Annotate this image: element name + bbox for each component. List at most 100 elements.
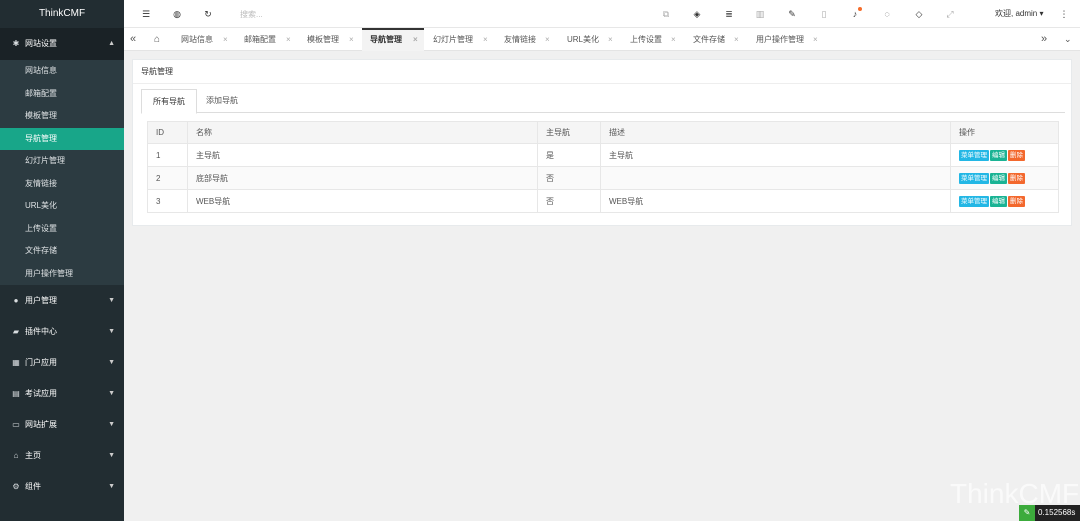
delete-button[interactable]: 删除 <box>1008 195 1025 207</box>
tab-url-rewrite[interactable]: URL美化 × <box>567 28 623 51</box>
cell-id: 2 <box>147 166 188 190</box>
close-icon[interactable]: × <box>413 30 418 50</box>
close-icon[interactable]: × <box>545 28 550 51</box>
close-icon[interactable]: × <box>671 28 676 51</box>
more-vertical-icon[interactable]: ⋮ <box>1058 8 1070 20</box>
cell-actions: 菜单管理 编辑 删除 <box>950 143 1059 167</box>
column-header-description[interactable]: 描述 <box>600 121 951 144</box>
pencil-icon[interactable]: ✎ <box>786 8 798 20</box>
home-tab-icon[interactable]: ⌂ <box>154 28 160 51</box>
sidebar-menu-portal[interactable]: ▦ 门户应用 ▼ <box>0 347 124 378</box>
tab-label: 友情链接 <box>504 35 536 44</box>
sidebar-menu-label: 组件 <box>25 482 41 491</box>
sidebar-menu-home[interactable]: ⌂ 主页 ▼ <box>0 440 124 471</box>
cell-actions: 菜单管理 编辑 删除 <box>950 166 1059 190</box>
sidebar-item-user-actions[interactable]: 用户操作管理 <box>0 263 124 286</box>
close-icon[interactable]: × <box>223 28 228 51</box>
sidebar-menu-label: 插件中心 <box>25 327 57 336</box>
sidebar-item-template[interactable]: 模板管理 <box>0 105 124 128</box>
fullscreen-icon[interactable]: ⤢ <box>944 8 956 20</box>
caret-down-icon: ▼ <box>108 421 115 428</box>
tab-label: 模板管理 <box>307 35 339 44</box>
edit-button[interactable]: 编辑 <box>990 149 1007 161</box>
document-icon[interactable]: ▯ <box>818 8 830 20</box>
gears-icon: ✱ <box>12 39 20 48</box>
top-navbar: ☰ ◍ ↻ ⧉ ◈ ≣ ▥ ✎ ▯ ♪ ◌ ◇ ⤢ 欢迎, admin ▾ ⋮ <box>124 0 1080 28</box>
menu-manage-button[interactable]: 菜单管理 <box>959 149 989 161</box>
caret-down-icon: ▼ <box>108 390 115 397</box>
layers-icon[interactable]: ◈ <box>691 8 703 20</box>
tab-label: URL美化 <box>567 35 600 44</box>
sidebar-item-mail-config[interactable]: 邮箱配置 <box>0 83 124 106</box>
trash-icon[interactable]: ▥ <box>754 8 766 20</box>
table-row: 2 底部导航 否 菜单管理 编辑 删除 <box>147 166 1059 190</box>
tab-slides[interactable]: 幻灯片管理 × <box>433 28 499 51</box>
sidebar-menu-label: 考试应用 <box>25 389 57 398</box>
close-icon[interactable]: × <box>483 28 488 51</box>
tabs-scroll-right-icon[interactable]: » <box>1041 28 1047 51</box>
bell-icon[interactable]: ♪ <box>849 7 862 20</box>
sidebar-item-slides[interactable]: 幻灯片管理 <box>0 150 124 173</box>
delete-button[interactable]: 删除 <box>1008 149 1025 161</box>
delete-button[interactable]: 删除 <box>1008 172 1025 184</box>
tab-upload[interactable]: 上传设置 × <box>630 28 686 51</box>
sidebar-item-upload[interactable]: 上传设置 <box>0 218 124 241</box>
tab-storage[interactable]: 文件存储 × <box>693 28 749 51</box>
cell-description: WEB导航 <box>600 189 951 213</box>
tag-icon[interactable]: ◇ <box>913 8 925 20</box>
close-icon[interactable]: × <box>734 28 739 51</box>
sidebar-menu-components[interactable]: ⚙ 组件 ▼ <box>0 471 124 502</box>
sidebar-menu-extensions[interactable]: ▭ 网站扩展 ▼ <box>0 409 124 440</box>
sidebar-menu-users[interactable]: ● 用户管理 ▼ <box>0 285 124 316</box>
edit-button[interactable]: 编辑 <box>990 195 1007 207</box>
sidebar-menu-site-settings[interactable]: ✱ 网站设置 ▲ <box>0 28 124 60</box>
cell-name: 主导航 <box>187 143 538 167</box>
menu-toggle-icon[interactable]: ☰ <box>140 8 152 20</box>
debug-timer[interactable]: ✎ 0.152568s <box>1019 505 1080 521</box>
tab-user-actions[interactable]: 用户操作管理 × <box>756 28 826 51</box>
grid-icon: ▦ <box>12 358 20 367</box>
sidebar-item-url-rewrite[interactable]: URL美化 <box>0 195 124 218</box>
caret-down-icon: ▾ <box>1039 9 1044 18</box>
copy-icon[interactable]: ⧉ <box>660 8 672 20</box>
refresh-icon[interactable]: ↻ <box>202 8 214 20</box>
sidebar-submenu: 网站信息 邮箱配置 模板管理 导航管理 幻灯片管理 友情链接 URL美化 上传设… <box>0 60 124 285</box>
monitor-icon: ▭ <box>12 420 20 429</box>
search-input[interactable] <box>240 6 380 22</box>
tab-links[interactable]: 友情链接 × <box>504 28 560 51</box>
chevron-down-icon[interactable]: ⌄ <box>1064 28 1072 51</box>
close-icon[interactable]: × <box>813 28 818 51</box>
globe-icon[interactable]: ◍ <box>171 8 183 20</box>
tab-template[interactable]: 模板管理 × <box>307 28 363 51</box>
close-icon[interactable]: × <box>349 28 354 51</box>
sidebar-item-links[interactable]: 友情链接 <box>0 173 124 196</box>
sidebar-item-storage[interactable]: 文件存储 <box>0 240 124 263</box>
sidebar-menu-label: 门户应用 <box>25 358 57 367</box>
close-icon[interactable]: × <box>286 28 291 51</box>
sidebar-item-site-info[interactable]: 网站信息 <box>0 60 124 83</box>
table-row: 3 WEB导航 否 WEB导航 菜单管理 编辑 删除 <box>147 189 1059 213</box>
sidebar-menu-plugins[interactable]: ▰ 插件中心 ▼ <box>0 316 124 347</box>
tab-add-navigation[interactable]: 添加导航 <box>195 89 249 113</box>
tab-navigation[interactable]: 导航管理 × <box>362 28 424 51</box>
edit-button[interactable]: 编辑 <box>990 172 1007 184</box>
sidebar-item-navigation[interactable]: 导航管理 <box>0 127 124 150</box>
list-icon[interactable]: ≣ <box>723 8 735 20</box>
tab-site-info[interactable]: 网站信息 × <box>181 28 237 51</box>
column-header-main[interactable]: 主导航 <box>537 121 601 144</box>
user-menu[interactable]: 欢迎, admin ▾ <box>995 0 1043 28</box>
caret-down-icon: ▼ <box>108 359 115 366</box>
tab-all-navigation[interactable]: 所有导航 <box>141 89 197 114</box>
chat-icon[interactable]: ◌ <box>881 8 893 20</box>
column-header-id[interactable]: ID <box>147 121 188 144</box>
tab-mail-config[interactable]: 邮箱配置 × <box>244 28 300 51</box>
column-header-name[interactable]: 名称 <box>187 121 538 144</box>
tabs-scroll-left-icon[interactable]: « <box>130 28 136 51</box>
content-panel: 导航管理 所有导航 添加导航 ID 名称 主导航 描述 操作 1 主导航 是 主… <box>132 59 1072 226</box>
menu-manage-button[interactable]: 菜单管理 <box>959 172 989 184</box>
close-icon[interactable]: × <box>608 28 613 51</box>
cell-name: 底部导航 <box>187 166 538 190</box>
sidebar-menu-exam[interactable]: ▤ 考试应用 ▼ <box>0 378 124 409</box>
brand-logo[interactable]: ThinkCMF <box>0 0 124 28</box>
menu-manage-button[interactable]: 菜单管理 <box>959 195 989 207</box>
